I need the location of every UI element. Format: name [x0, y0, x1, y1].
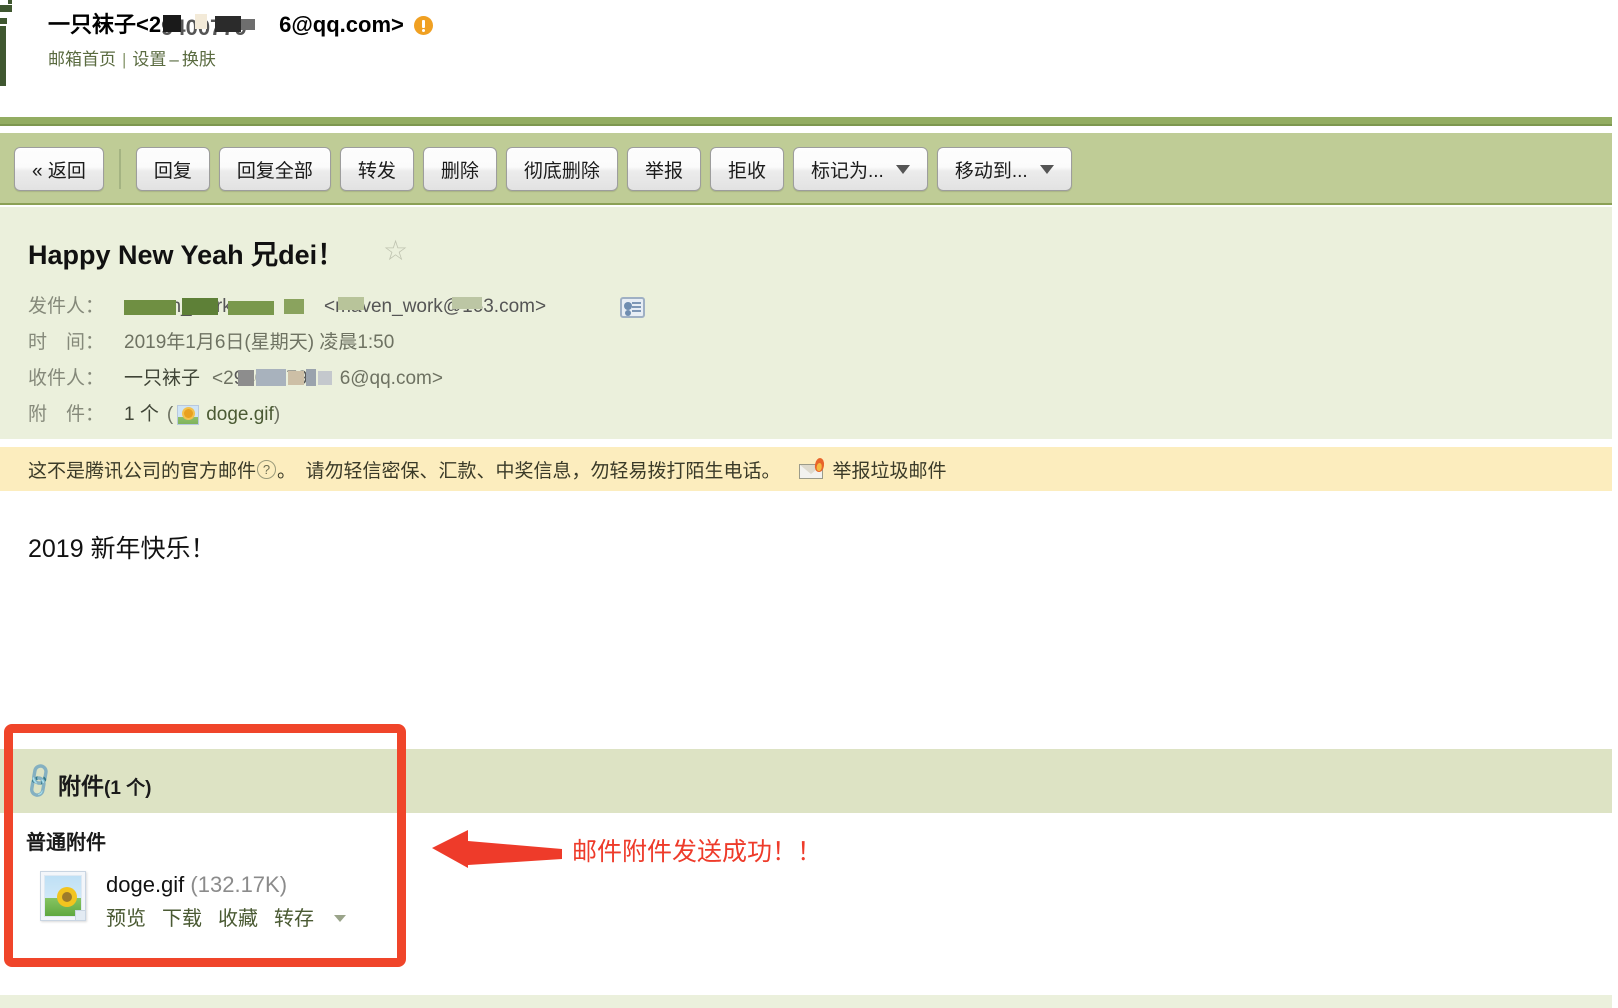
account-header: 一只袜子<294007796@qq.com> 邮箱首页 | 设置–换肤	[48, 10, 433, 72]
report-button[interactable]: 举报	[626, 147, 701, 191]
account-email-line: 一只袜子<294007796@qq.com>	[48, 10, 433, 40]
warning-text-after: 。 请勿轻信密保、汇款、中奖信息，勿轻易拨打陌生电话。	[277, 460, 781, 482]
reject-button[interactable]: 拒收	[709, 147, 784, 191]
contact-card-icon[interactable]	[620, 296, 645, 318]
mail-meta: 发件人： maven_work <maven_work@163.com> 时 间…	[28, 289, 645, 433]
nav-dash: –	[169, 50, 179, 69]
account-display-name: 一只袜子	[48, 12, 137, 37]
chevron-down-icon[interactable]	[334, 915, 346, 922]
move-to-label: 移动到...	[954, 160, 1028, 182]
attachment-close-paren: )	[273, 404, 281, 425]
warning-text-before: 这不是腾讯公司的官方邮件	[28, 460, 257, 482]
chevron-down-icon	[895, 164, 910, 174]
chevron-down-icon	[1039, 164, 1054, 174]
to-prefix: <2	[212, 368, 234, 389]
question-mark-icon[interactable]: ?	[257, 459, 277, 479]
meta-row-from: 发件人： maven_work <maven_work@163.com>	[28, 289, 645, 325]
to-name: 一只袜子	[124, 368, 201, 389]
favorite-link[interactable]: 收藏	[218, 908, 258, 930]
attachments-panel-header: 🔗 附件(1 个)	[0, 749, 1612, 813]
delete-forever-button[interactable]: 彻底删除	[505, 147, 618, 191]
attachments-title-text: 附件	[58, 773, 104, 799]
delete-button[interactable]: 删除	[422, 147, 497, 191]
nav-separator: |	[122, 50, 127, 69]
attachments-panel-body: 普通附件 doge.gif (132.17K) 预览 下载 收藏 转存	[0, 813, 1612, 995]
attachment-count: 1 个	[124, 404, 159, 425]
attachment-list-item: doge.gif (132.17K) 预览 下载 收藏 转存	[40, 871, 346, 933]
account-email-redacted: 9400779	[161, 13, 279, 35]
mail-body-text: 2019 新年快乐！	[28, 535, 216, 563]
meta-row-attachment: 附 件： 1 个 ( doge.gif )	[28, 397, 645, 433]
report-spam-link[interactable]: 举报垃圾邮件	[833, 456, 947, 483]
account-email-suffix: 6@qq.com>	[279, 12, 404, 37]
attachment-open-paren: (	[166, 404, 174, 425]
attachment-file-name[interactable]: doge.gif	[106, 872, 184, 897]
attachment-filename[interactable]: doge.gif	[206, 397, 274, 433]
meta-row-date: 时 间： 2019年1月6日(星期天) 凌晨1:50	[28, 325, 645, 361]
preview-link[interactable]: 预览	[106, 908, 146, 930]
right-gutter	[1612, 117, 1618, 1008]
header-divider-dark	[0, 124, 1618, 126]
mail-toolbar: « 返回 回复 回复全部 转发 删除 彻底删除 举报 拒收 标记为... 移动到…	[0, 133, 1612, 205]
to-suffix: 6@qq.com>	[339, 368, 443, 389]
to-address-redacted: 9400779	[234, 367, 354, 391]
nav-mail-home[interactable]: 邮箱首页	[48, 50, 116, 69]
spam-warning-bar: 这不是腾讯公司的官方邮件 ? 。 请勿轻信密保、汇款、中奖信息，勿轻易拨打陌生电…	[0, 447, 1612, 491]
save-to-link[interactable]: 转存	[274, 908, 314, 930]
image-thumbnail-icon	[177, 405, 200, 425]
mark-as-button[interactable]: 标记为...	[792, 147, 928, 191]
attachment-label: 附 件：	[28, 404, 105, 425]
qq-mail-logo-fragment	[0, 0, 14, 96]
star-outline-icon[interactable]: ☆	[383, 237, 408, 265]
download-link[interactable]: 下载	[162, 908, 202, 930]
paperclip-icon: 🔗	[18, 760, 61, 802]
from-address: <maven_work@163.com>	[324, 296, 547, 317]
mark-as-label: 标记为...	[810, 160, 884, 182]
forward-button[interactable]: 转发	[339, 147, 414, 191]
toolbar-divider	[118, 149, 121, 189]
burning-envelope-icon	[798, 457, 825, 479]
nav-settings[interactable]: 设置	[132, 50, 166, 69]
bottom-divider	[0, 995, 1612, 1008]
attachment-actions: 预览 下载 收藏 转存	[106, 905, 346, 933]
mail-body: 2019 新年快乐！	[0, 491, 1612, 735]
mail-read-page: 一只袜子<294007796@qq.com> 邮箱首页|设置–换肤 « 返回 回…	[0, 0, 1618, 1008]
mail-header: Happy New Yeah 兄dei！ ☆ 发件人： maven_work <…	[0, 207, 1612, 439]
to-label: 收件人：	[28, 368, 105, 389]
account-email-prefix: <2	[136, 12, 162, 37]
from-label: 发件人：	[28, 296, 105, 317]
mail-date: 2019年1月6日(星期天) 凌晨1:50	[124, 332, 395, 353]
reply-all-button[interactable]: 回复全部	[218, 147, 331, 191]
meta-row-to: 收件人： 一只袜子 <2 9400779 6@qq.com>	[28, 361, 645, 397]
move-to-button[interactable]: 移动到...	[936, 147, 1072, 191]
attachments-panel-title: 附件(1 个)	[58, 767, 152, 801]
mail-subject: Happy New Yeah 兄dei！	[28, 240, 345, 270]
reply-button[interactable]: 回复	[135, 147, 210, 191]
attachments-count: (1 个)	[104, 778, 152, 799]
nav-skin[interactable]: 换肤	[182, 50, 216, 69]
attachment-name-row: doge.gif (132.17K)	[106, 871, 346, 899]
account-nav: 邮箱首页 | 设置 – 换肤	[48, 48, 433, 72]
attachments-section-title: 普通附件	[26, 832, 106, 854]
date-label: 时 间：	[28, 332, 105, 353]
alert-exclamation-icon[interactable]	[413, 16, 433, 35]
attachment-file-size: (132.17K)	[190, 872, 288, 897]
image-file-icon	[40, 871, 86, 921]
back-button[interactable]: « 返回	[14, 147, 104, 191]
